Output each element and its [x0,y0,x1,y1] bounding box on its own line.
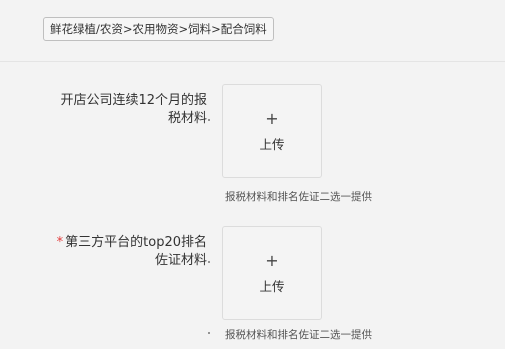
required-asterisk: * [56,235,64,250]
breadcrumb[interactable]: 鲜花绿植/农资>农用物资>饲料>配合饲料 [43,17,274,41]
upload-hint: 报税材料和排名佐证二选一提供 [225,191,372,203]
label-colon-dot [208,332,210,334]
field-label-line2: 佐证材料 [154,253,207,268]
upload-hint: 报税材料和排名佐证二选一提供 [225,329,372,341]
field-label-line1: * 第三方平台的top20排名 [55,234,207,252]
field-label-ranking-proof: * 第三方平台的top20排名 佐证材料 [55,234,207,270]
plus-icon: + [265,108,279,128]
field-label-line2: 税材料 [167,111,207,126]
label-colon-dot [208,119,210,121]
upload-label: 上传 [259,278,285,294]
upload-ranking-proof-button[interactable]: + 上传 [222,226,322,320]
field-label-line1: 开店公司连续12个月的报 [60,93,207,108]
label-colon-dot [208,261,210,263]
plus-icon: + [265,250,279,270]
field-label-tax-materials: 开店公司连续12个月的报 税材料 [55,92,207,128]
upload-label: 上传 [259,136,285,152]
upload-tax-materials-button[interactable]: + 上传 [222,84,322,178]
section-divider [0,61,505,62]
field-label-line1-text: 第三方平台的top20排名 [65,235,207,250]
